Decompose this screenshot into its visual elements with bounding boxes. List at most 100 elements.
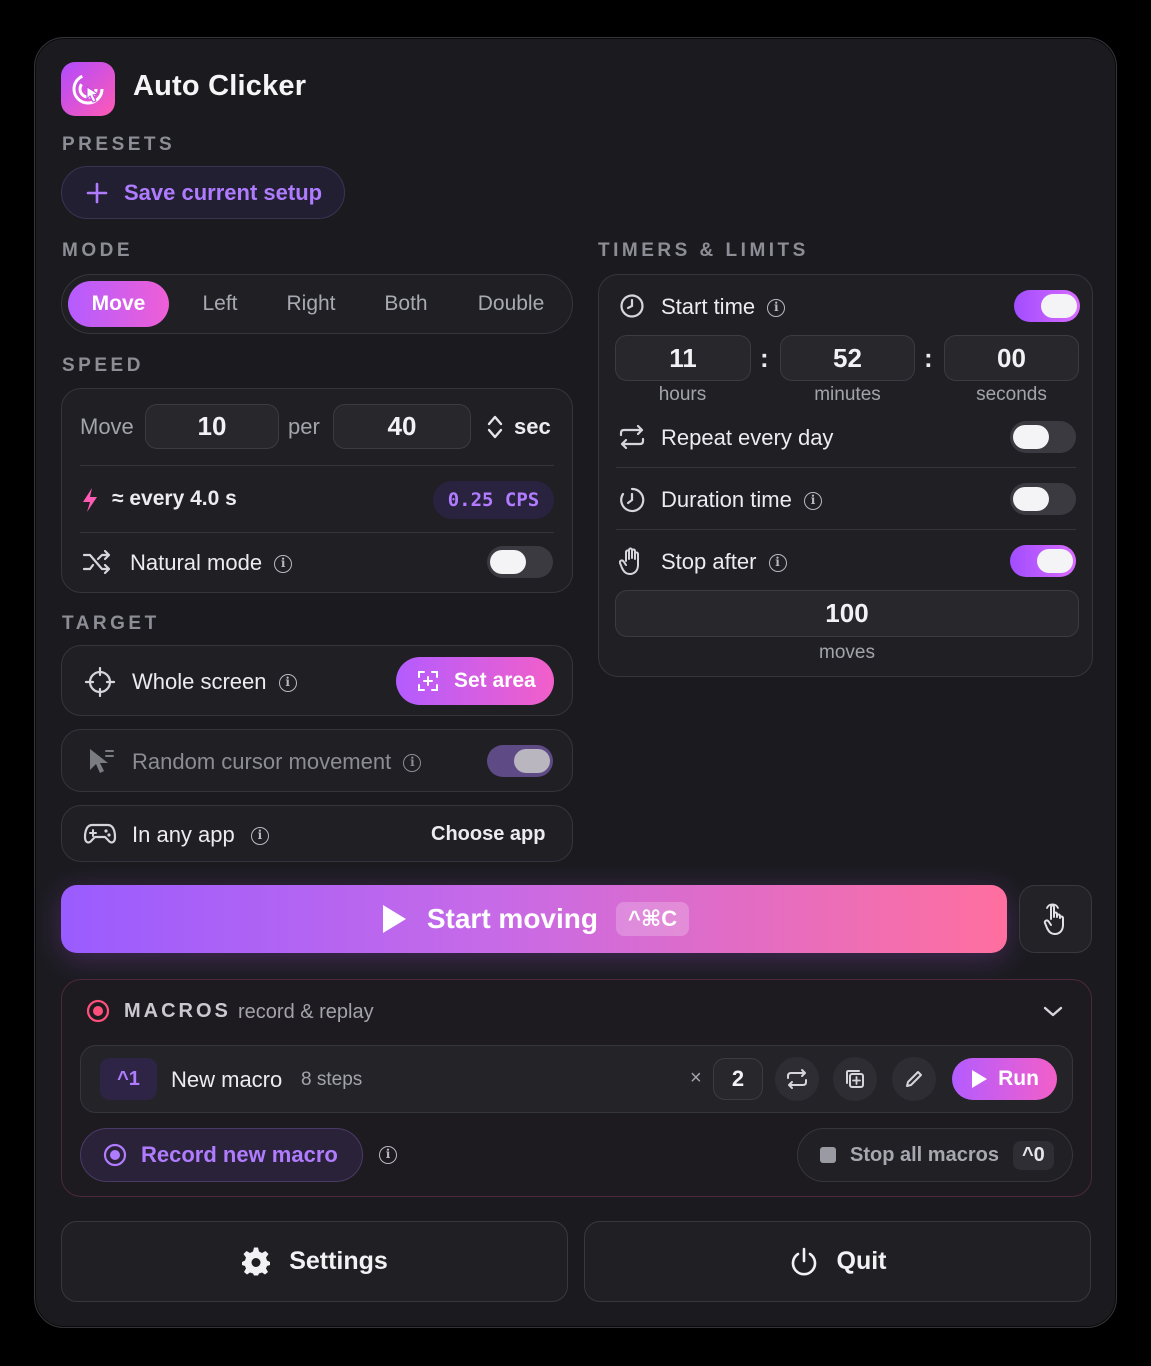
speed-action-label: Move <box>80 414 134 439</box>
info-icon[interactable]: i <box>768 554 787 573</box>
macros-subtitle: record & replay <box>238 1001 374 1023</box>
macro-hotkey-badge: ^1 <box>100 1058 157 1100</box>
power-icon <box>789 1247 819 1277</box>
target-label: TARGET <box>62 613 160 634</box>
info-icon[interactable]: i <box>403 754 422 773</box>
app-title: Auto Clicker <box>133 70 307 102</box>
lightning-icon <box>80 486 100 519</box>
loop-button[interactable] <box>775 1057 819 1101</box>
repeat-times-prefix: × <box>690 1067 702 1089</box>
quit-button[interactable]: Quit <box>584 1221 1091 1302</box>
run-macro-button[interactable]: Run <box>952 1058 1057 1100</box>
natural-mode-label: Natural mode i <box>130 550 293 576</box>
start-time-label: Start time i <box>661 294 786 320</box>
macro-steps: 8 steps <box>301 1069 363 1090</box>
stop-all-macros-button[interactable]: Stop all macros ^0 <box>797 1128 1073 1182</box>
stop-after-input[interactable]: 100 <box>615 590 1079 637</box>
loop-icon <box>787 1069 807 1089</box>
info-icon[interactable]: i <box>379 1146 397 1164</box>
minutes-input[interactable]: 52 <box>780 335 915 381</box>
app-target-label: In any app i <box>132 822 269 848</box>
seconds-input[interactable]: 00 <box>944 335 1079 381</box>
macros-title: MACROS <box>124 1000 231 1022</box>
unit-stepper-icon[interactable] <box>485 413 505 446</box>
mode-option-both[interactable]: Both <box>362 281 450 327</box>
speed-label: SPEED <box>62 355 144 376</box>
stop-after-toggle[interactable] <box>1010 545 1076 577</box>
divider <box>80 532 554 533</box>
start-label: Start moving <box>426 903 598 934</box>
time-separator: : <box>924 343 933 373</box>
pencil-icon <box>906 1071 922 1087</box>
tap-button[interactable] <box>1019 885 1092 953</box>
hours-label: hours <box>658 384 707 405</box>
mode-label: MODE <box>62 240 133 261</box>
crosshair-icon <box>84 666 116 702</box>
play-icon <box>379 903 409 935</box>
seconds-label: seconds <box>976 384 1047 405</box>
quit-label: Quit <box>836 1247 887 1275</box>
tap-hand-icon <box>1043 903 1064 935</box>
settings-label: Settings <box>289 1247 388 1275</box>
set-area-button[interactable]: Set area <box>396 657 554 705</box>
start-button[interactable]: Start moving ^⌘C <box>61 885 1007 953</box>
stop-square-icon <box>820 1147 836 1163</box>
record-macro-label: Record new macro <box>141 1142 338 1167</box>
random-cursor-toggle[interactable] <box>487 745 553 777</box>
minutes-label: minutes <box>814 384 881 405</box>
set-area-label: Set area <box>454 669 536 692</box>
record-macro-button[interactable]: Record new macro <box>80 1128 363 1182</box>
save-setup-label: Save current setup <box>124 179 323 205</box>
info-icon[interactable]: i <box>278 674 297 693</box>
target-area-label: Whole screen i <box>132 669 297 695</box>
mode-option-right[interactable]: Right <box>268 281 354 327</box>
chevron-down-icon[interactable] <box>1042 1002 1064 1025</box>
per-label: per <box>288 414 320 439</box>
cps-badge: 0.25 CPS <box>433 481 554 519</box>
duplicate-icon <box>846 1070 864 1088</box>
timers-label: TIMERS & LIMITS <box>598 240 809 261</box>
info-icon[interactable]: i <box>767 299 786 318</box>
gear-icon <box>241 1247 271 1277</box>
duplicate-button[interactable] <box>833 1057 877 1101</box>
duration-label: Duration time i <box>661 487 822 513</box>
app-logo-icon <box>61 62 115 116</box>
record-icon <box>103 1143 127 1167</box>
natural-mode-toggle[interactable] <box>487 546 553 578</box>
duration-toggle[interactable] <box>1010 483 1076 515</box>
interval-input[interactable]: 40 <box>333 404 471 449</box>
hand-stop-icon <box>618 546 645 581</box>
info-icon[interactable]: i <box>250 827 269 846</box>
hours-input[interactable]: 11 <box>615 335 751 381</box>
time-separator: : <box>760 343 769 373</box>
divider <box>80 465 554 466</box>
settings-button[interactable]: Settings <box>61 1221 568 1302</box>
mode-option-double[interactable]: Double <box>458 281 564 327</box>
info-icon[interactable]: i <box>274 555 293 574</box>
edit-button[interactable] <box>892 1057 936 1101</box>
start-time-toggle[interactable] <box>1014 290 1080 322</box>
save-setup-button[interactable]: Save current setup <box>61 166 345 219</box>
mode-option-left[interactable]: Left <box>178 281 262 327</box>
play-icon <box>970 1069 988 1089</box>
choose-app-button[interactable]: Choose app <box>431 823 545 846</box>
gamepad-icon <box>83 820 117 853</box>
repeat-label: Repeat every day <box>661 425 834 450</box>
cursor-icon <box>86 746 116 781</box>
record-dot-icon <box>86 999 110 1028</box>
select-area-icon <box>416 669 440 693</box>
divider <box>616 529 1076 530</box>
run-label: Run <box>998 1067 1039 1090</box>
random-cursor-label: Random cursor movement i <box>132 749 422 775</box>
stop-all-shortcut: ^0 <box>1012 1140 1054 1170</box>
stop-all-label: Stop all macros <box>850 1143 999 1166</box>
mode-selector: Move Left Right Both Double <box>61 274 573 334</box>
interval-unit[interactable]: sec <box>514 414 551 440</box>
macro-repeat-input[interactable]: 2 <box>713 1058 763 1100</box>
repeat-toggle[interactable] <box>1010 421 1076 453</box>
stop-after-label: Stop after i <box>661 549 787 575</box>
start-shortcut: ^⌘C <box>615 902 690 936</box>
mode-option-move[interactable]: Move <box>68 281 169 327</box>
info-icon[interactable]: i <box>803 492 822 511</box>
click-count-input[interactable]: 10 <box>145 404 279 449</box>
